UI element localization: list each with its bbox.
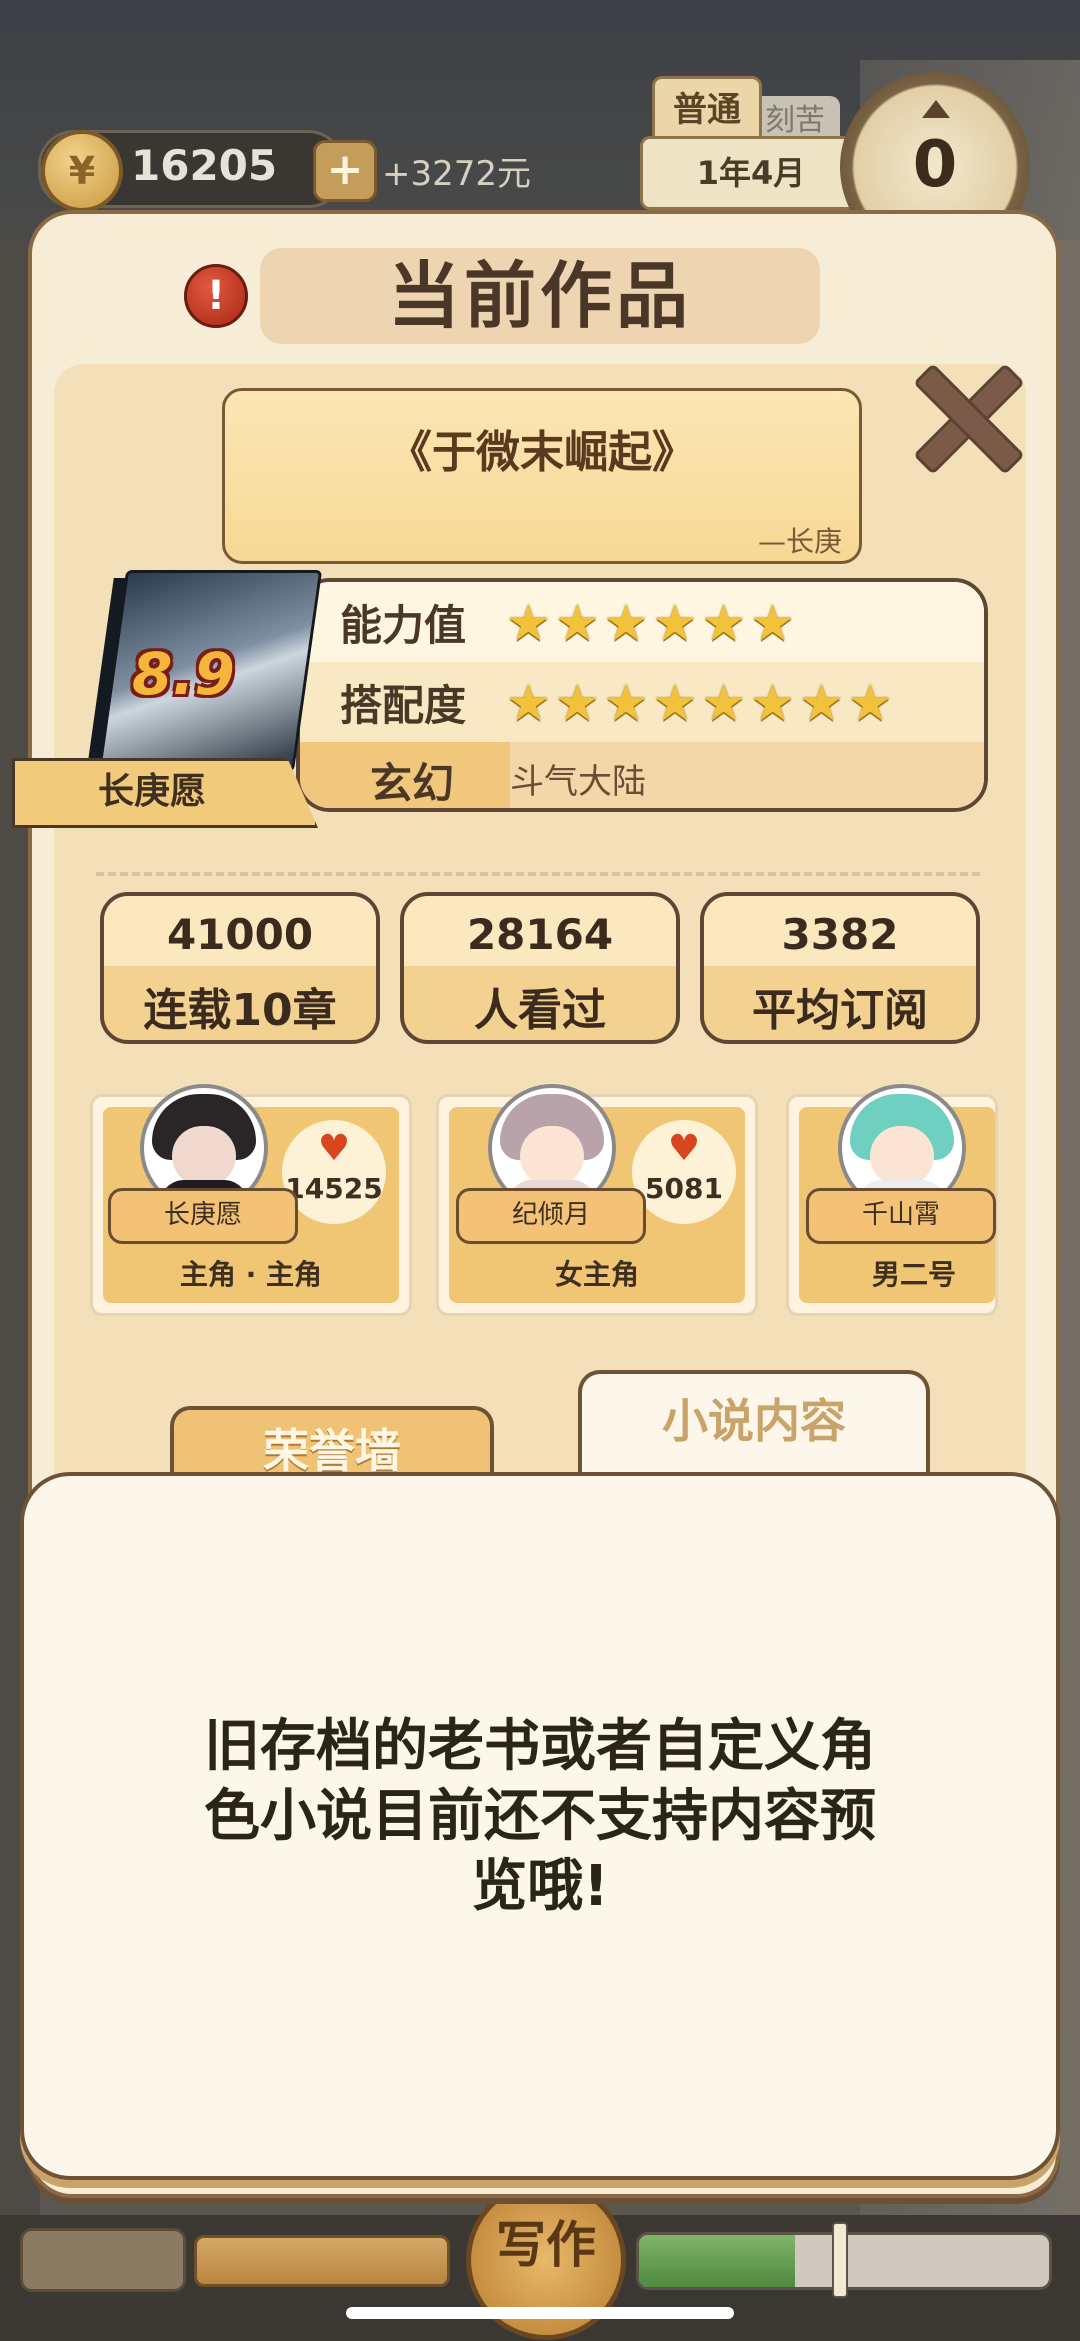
cover-ribbon-name: 长庚愿 xyxy=(97,771,206,812)
character-name: 千山霄 xyxy=(806,1188,996,1244)
progress-marker xyxy=(832,2222,848,2298)
likes-badge: ♥ 5081 xyxy=(632,1120,736,1224)
metric-value: 41000 xyxy=(166,910,314,959)
setting-label: 斗气大陆 xyxy=(510,762,646,802)
coin-counter: ¥ 16205 xyxy=(38,130,344,212)
progress-bar-fill xyxy=(639,2235,795,2287)
metric-label: 人看过 xyxy=(474,985,606,1036)
level-number: 0 xyxy=(912,128,958,202)
character-role: 主角 · 主角 xyxy=(179,1258,323,1291)
game-date: 1年4月 xyxy=(640,136,862,210)
book-title: 《于微末崛起》 xyxy=(388,427,696,478)
add-coins-button[interactable]: + xyxy=(313,140,377,202)
match-row: 搭配度 ★★★★★★★★ xyxy=(300,662,984,742)
coin-icon: ¥ xyxy=(41,130,123,212)
character-name: 纪倾月 xyxy=(456,1188,646,1244)
metric-label: 连载10章 xyxy=(143,985,337,1036)
character-name: 长庚愿 xyxy=(108,1188,298,1244)
likes-count: 5081 xyxy=(645,1172,723,1205)
metric-label: 平均订阅 xyxy=(752,985,928,1036)
avatar-face xyxy=(520,1126,584,1186)
coin-amount: 16205 xyxy=(131,141,278,190)
home-indicator[interactable] xyxy=(346,2307,734,2319)
avatar-face xyxy=(172,1126,236,1186)
bottom-energy-bar xyxy=(194,2235,450,2287)
tab-normal[interactable]: 普通 xyxy=(652,76,762,144)
character-role: 男二号 xyxy=(871,1258,956,1291)
content-message: 旧存档的老书或者自定义角色小说目前还不支持内容预览哦! xyxy=(204,1714,876,1919)
ability-stars: ★★★★★★ xyxy=(506,594,799,652)
avatar-face xyxy=(870,1126,934,1186)
heart-icon: ♥ xyxy=(317,1128,351,1169)
character-role: 女主角 xyxy=(554,1258,639,1291)
genre-tag: 玄幻 xyxy=(300,742,510,808)
book-score: 8.9 xyxy=(132,640,235,708)
match-label: 搭配度 xyxy=(340,681,467,730)
match-stars: ★★★★★★★★ xyxy=(506,674,897,732)
ability-row: 能力值 ★★★★★★ xyxy=(300,582,984,662)
alert-icon[interactable]: ! xyxy=(184,264,248,328)
metric-readers: 28164 人看过 xyxy=(400,892,680,1044)
metric-subscriptions: 3382 平均订阅 xyxy=(700,892,980,1044)
ability-label: 能力值 xyxy=(340,601,467,650)
income-text: +3272元 xyxy=(382,154,532,194)
bottom-left-button[interactable] xyxy=(20,2228,186,2292)
metric-value: 28164 xyxy=(466,910,614,959)
metric-value: 3382 xyxy=(781,910,899,959)
close-button[interactable] xyxy=(908,360,1025,475)
dialog-title: 当前作品 xyxy=(387,254,692,338)
book-cover: 8.9 xyxy=(86,570,323,780)
book-author: —长庚 xyxy=(757,525,842,558)
heart-icon: ♥ xyxy=(667,1128,701,1169)
metric-words: 41000 连载10章 xyxy=(100,892,380,1044)
tab-novel-content-label: 小说内容 xyxy=(662,1394,846,1448)
genre-label: 玄幻 xyxy=(370,759,455,808)
divider xyxy=(96,872,980,876)
stats-card: 能力值 ★★★★★★ 搭配度 ★★★★★★★★ 玄幻 斗气大陆 xyxy=(296,578,988,812)
genre-row: 玄幻 斗气大陆 xyxy=(300,742,984,808)
level-up-arrow-icon xyxy=(922,100,950,118)
